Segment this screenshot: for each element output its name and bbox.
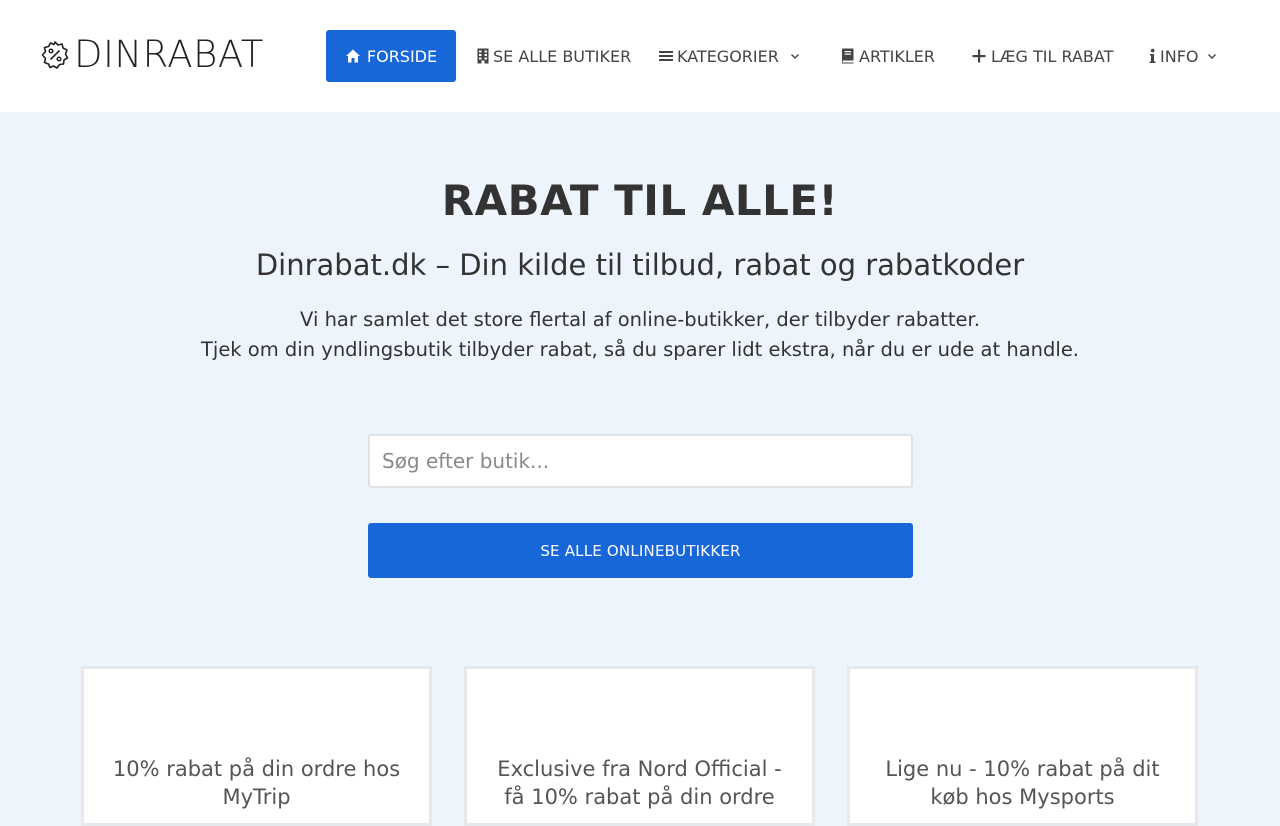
deal-card[interactable]: Exclusive fra Nord Official - få 10% rab…	[464, 666, 815, 826]
nav-item-laeg-til-rabat[interactable]: LÆG TIL RABAT	[972, 30, 1113, 82]
bars-icon	[659, 51, 673, 61]
deal-card[interactable]: 10% rabat på din ordre hos MyTrip	[81, 666, 432, 826]
deal-card[interactable]: Lige nu - 10% rabat på dit køb hos Myspo…	[847, 666, 1198, 826]
hero-desc-line-2: Tjek om din yndlingsbutik tilbyder rabat…	[200, 338, 1080, 361]
nav-item-artikler[interactable]: ARTIKLER	[841, 30, 935, 82]
hero-desc-line-1: Vi har samlet det store flertal af onlin…	[300, 308, 980, 331]
hero-title: RABAT TIL ALLE!	[441, 176, 839, 225]
nav-item-forside[interactable]: FORSIDE	[326, 30, 456, 82]
chevron-down-icon	[1208, 54, 1217, 59]
nav-item-info[interactable]: INFO	[1149, 30, 1218, 82]
chevron-down-icon	[790, 54, 799, 59]
hero-description: Vi har samlet det store flertal af onlin…	[0, 305, 1280, 365]
nav-label: SE ALLE BUTIKER	[493, 46, 632, 66]
building-icon	[477, 48, 489, 64]
hero-subtitle: Dinrabat.dk – Din kilde til tilbud, raba…	[255, 248, 1025, 282]
deal-card-text: 10% rabat på din ordre hos MyTrip	[112, 757, 401, 809]
nav-label: KATEGORIER	[677, 46, 779, 66]
nav-label: ARTIKLER	[859, 46, 936, 66]
deal-card-text: Exclusive fra Nord Official - få 10% rab…	[497, 757, 782, 809]
store-search-input[interactable]	[368, 434, 913, 488]
plus-icon	[972, 49, 986, 63]
nav-label: INFO	[1160, 46, 1199, 66]
nav-label: LÆG TIL RABAT	[991, 46, 1114, 66]
nav-item-se-alle-butiker[interactable]: SE ALLE BUTIKER	[477, 30, 631, 82]
nav-item-kategorier[interactable]: KATEGORIER	[659, 30, 801, 82]
info-icon	[1149, 48, 1156, 63]
badge-percent-icon	[41, 41, 69, 69]
see-all-stores-button[interactable]: SE ALLE ONLINEBUTIKKER	[368, 523, 913, 578]
deal-card-text: Lige nu - 10% rabat på dit køb hos Myspo…	[885, 757, 1160, 809]
nav-label: FORSIDE	[366, 46, 438, 66]
logo-text: DINRABAT	[74, 33, 264, 76]
home-icon	[345, 49, 360, 63]
site-header: DINRABAT FORSIDE SE ALLE BUTIKER KATEGOR…	[0, 0, 1280, 112]
book-icon	[842, 48, 854, 64]
site-logo[interactable]: DINRABAT	[40, 34, 264, 76]
